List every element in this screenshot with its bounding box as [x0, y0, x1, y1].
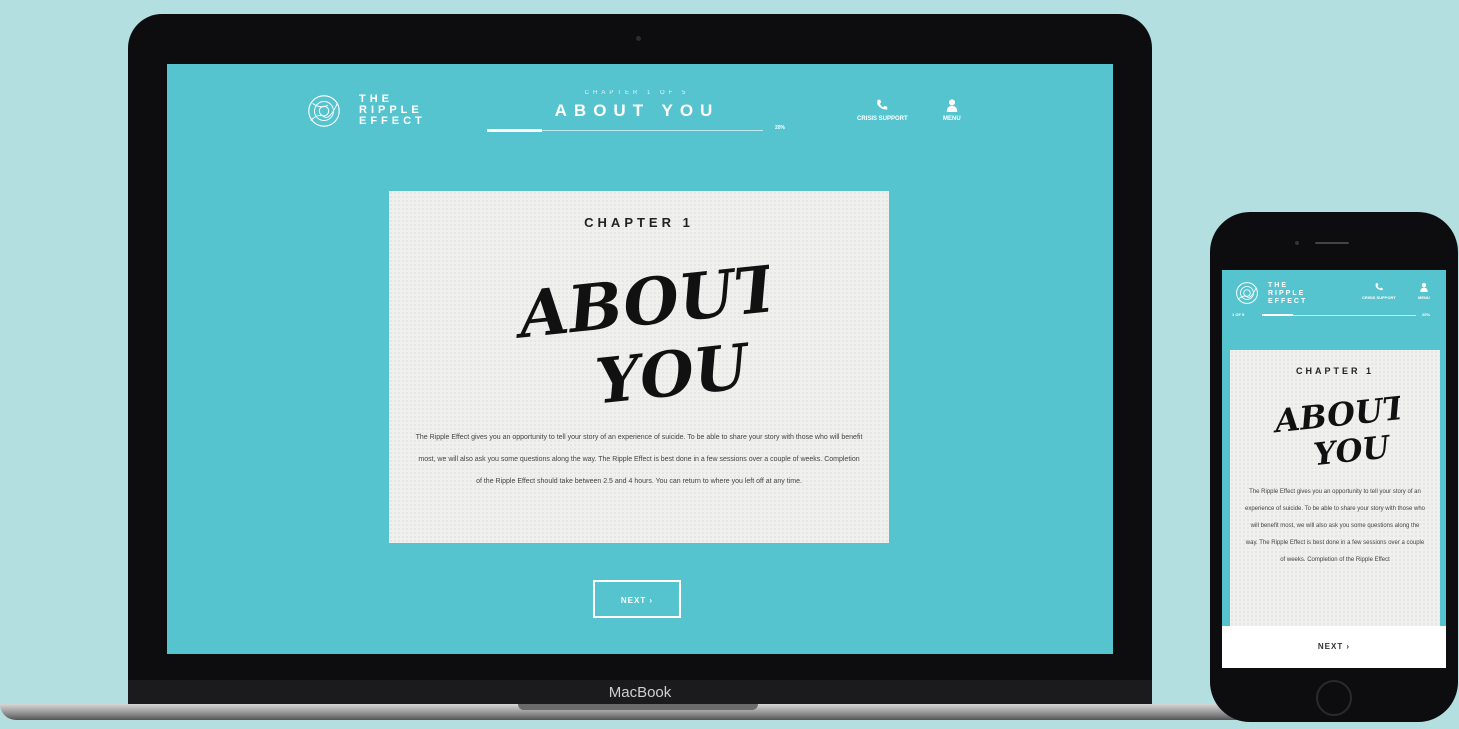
progress-percent: 20%	[775, 125, 786, 131]
chapter-title: ABOUT YOU	[554, 101, 720, 120]
laptop: THE RIPPLE EFFECT CHAPTER 1 OF 5 ABOUT Y…	[128, 14, 1152, 704]
progress-bar	[487, 129, 763, 132]
card-body-text: The Ripple Effect gives you an opportuni…	[415, 434, 863, 485]
brand-line: EFFECT	[1268, 298, 1308, 305]
crisis-support-button[interactable]: CRISIS SUPPORT	[1362, 282, 1396, 300]
script-line-2: YOU	[1312, 429, 1393, 470]
progress-percent: 20%	[1422, 312, 1431, 317]
menu-button[interactable]: MENU	[943, 98, 961, 122]
laptop-base	[0, 704, 1270, 720]
laptop-brand-label: MacBook	[608, 684, 672, 701]
laptop-camera	[636, 36, 641, 41]
chapter-card: CHAPTER 1 ABOUT YOU The Ripple Effect gi…	[1230, 350, 1440, 650]
chapter-counter: CHAPTER 1 OF 5	[584, 90, 690, 96]
progress-fill	[487, 129, 543, 132]
chapter-counter: 1 OF 5	[1232, 312, 1245, 317]
brand-name[interactable]: THE RIPPLE EFFECT	[1268, 282, 1307, 306]
phone: THE RIPPLE EFFECT CRISIS SUPPORT MENU 1 …	[1210, 212, 1458, 722]
phone-icon	[1375, 283, 1383, 291]
progress-bar	[1262, 314, 1416, 316]
laptop-screen: THE RIPPLE EFFECT CHAPTER 1 OF 5 ABOUT Y…	[167, 64, 1113, 654]
phone-screen: THE RIPPLE EFFECT CRISIS SUPPORT MENU 1 …	[1222, 270, 1446, 668]
about-you-script-title: ABOUT YOU	[1270, 388, 1400, 470]
ripple-logo-icon[interactable]	[1234, 280, 1260, 306]
menu-button[interactable]: MENU	[1418, 282, 1430, 300]
laptop-base-notch	[518, 704, 758, 710]
phone-camera	[1295, 241, 1299, 245]
brand-line: RIPPLE	[1268, 290, 1306, 297]
chapter-card: CHAPTER 1 ABOUT YOU The Ripple Effect gi…	[389, 191, 889, 543]
progress-fill	[1262, 314, 1293, 316]
phone-icon	[877, 99, 888, 110]
about-you-script-title: ABOUT YOU	[510, 251, 769, 409]
card-body-text: The Ripple Effect gives you an opportuni…	[1245, 489, 1425, 563]
menu-label: MENU	[943, 116, 961, 122]
card-chapter-heading: CHAPTER 1	[1295, 366, 1374, 376]
crisis-support-label: CRISIS SUPPORT	[1362, 295, 1396, 300]
brand-name[interactable]: THE RIPPLE EFFECT	[359, 94, 426, 127]
card-chapter-heading: CHAPTER 1	[584, 215, 694, 230]
next-button[interactable]: NEXT ›	[1222, 626, 1446, 668]
user-icon	[1420, 282, 1428, 292]
next-button[interactable]: NEXT ›	[593, 580, 681, 618]
laptop-chin: MacBook	[128, 680, 1152, 704]
crisis-support-label: CRISIS SUPPORT	[857, 116, 908, 122]
brand-line: THE	[1268, 282, 1288, 289]
brand-line: EFFECT	[359, 115, 426, 127]
ripple-logo-icon[interactable]	[305, 92, 343, 130]
menu-label: MENU	[1418, 295, 1430, 300]
user-icon	[946, 99, 958, 112]
phone-speaker	[1315, 242, 1349, 244]
home-button[interactable]	[1316, 680, 1352, 716]
crisis-support-button[interactable]: CRISIS SUPPORT	[857, 98, 908, 122]
